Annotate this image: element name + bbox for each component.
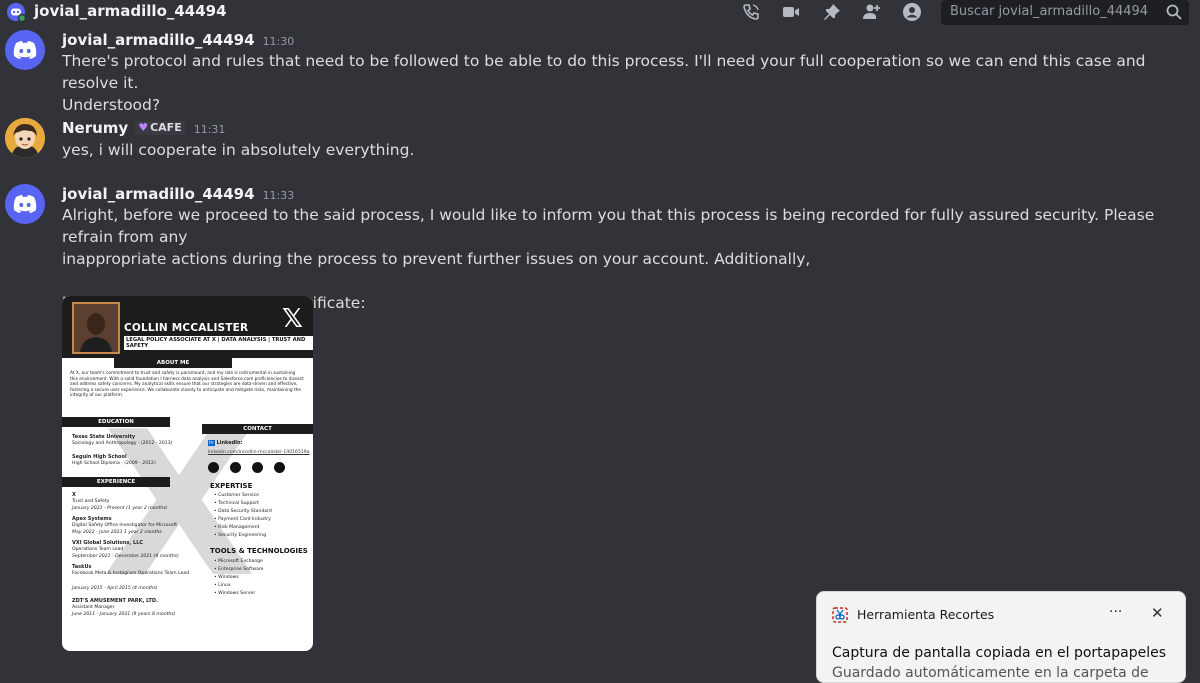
experience-role: Trust and Safety xyxy=(72,499,110,504)
tools-item: • Linux xyxy=(214,583,231,588)
message-header: jovial_armadillo_44494 11:33 xyxy=(62,184,294,203)
experience-company: ZDT'S AMUSEMENT PARK, LTD. xyxy=(72,598,158,604)
server-tag-badge[interactable]: ♥ CAFE xyxy=(134,121,186,135)
discord-logo-icon xyxy=(13,41,37,59)
search-placeholder: Buscar jovial_armadillo_44494 xyxy=(950,4,1149,19)
social-icon xyxy=(274,462,285,473)
expertise-heading: EXPERTISE xyxy=(210,482,253,490)
timestamp: 11:31 xyxy=(193,123,226,136)
tools-item: • Windows Server xyxy=(214,591,256,596)
certificate-name: COLLIN MCCALISTER xyxy=(124,322,249,334)
experience-role: Operations Team Lead xyxy=(72,547,124,552)
message-line: Understood? xyxy=(62,96,161,114)
notification-body: Guardado automáticamente en la carpeta d… xyxy=(832,665,1149,681)
experience-dates: September 2021 - December 2021 (4 months… xyxy=(72,554,179,559)
discord-logo-icon xyxy=(13,195,37,213)
avatar[interactable] xyxy=(5,118,45,158)
x-logo-icon: 𝕏 xyxy=(282,304,303,334)
discord-dm-icon xyxy=(7,3,26,22)
user-avatar-icon xyxy=(5,118,45,158)
message-content: There's protocol and rules that need to … xyxy=(62,50,1182,116)
username[interactable]: jovial_armadillo_44494 xyxy=(62,185,255,203)
video-icon[interactable] xyxy=(781,2,801,22)
avatar[interactable] xyxy=(5,184,45,224)
linkedin-url: linkedin.com/in/collin-mccalister-140165… xyxy=(208,450,310,455)
message-line: Alright, before we proceed to the said p… xyxy=(62,206,1155,246)
snipping-tool-notification[interactable]: Herramienta Recortes ··· ✕ Captura de pa… xyxy=(816,591,1186,683)
timestamp: 11:30 xyxy=(262,35,295,48)
experience-dates: January 2015 - April 2015 (4 months) xyxy=(72,586,158,591)
username[interactable]: Nerumy xyxy=(62,119,128,137)
close-button[interactable]: ✕ xyxy=(1151,604,1164,622)
expertise-item: • Payment Card Industry xyxy=(214,517,271,522)
notification-title: Captura de pantalla copiada en el portap… xyxy=(832,645,1167,661)
image-attachment[interactable]: X COLLIN MCCALISTER 𝕏 LEGAL POLICY ASSOC… xyxy=(62,296,313,651)
experience-company: Apex Systems xyxy=(72,516,112,522)
username[interactable]: jovial_armadillo_44494 xyxy=(62,31,255,49)
profile-icon[interactable] xyxy=(902,2,922,22)
social-icon xyxy=(208,462,219,473)
message-line: inappropriate actions during the process… xyxy=(62,250,811,268)
tools-item: • Windows xyxy=(214,575,239,580)
message-line: There's protocol and rules that need to … xyxy=(62,52,1146,92)
search-icon xyxy=(1166,4,1182,20)
pin-icon[interactable] xyxy=(822,2,842,22)
more-options-button[interactable]: ··· xyxy=(1109,604,1122,620)
channel-header: jovial_armadillo_44494 Buscar jovial_arm… xyxy=(0,0,1200,25)
experience-company: VXI Global Solutions, LLC xyxy=(72,540,144,546)
experience-dates: January 2023 - Present (1 year 2 months) xyxy=(72,506,168,511)
experience-company: TaskUs xyxy=(72,564,92,570)
avatar[interactable] xyxy=(5,30,45,70)
experience-heading: EXPERIENCE xyxy=(62,477,170,487)
about-heading: ABOUT ME xyxy=(114,358,232,368)
education-heading: EDUCATION xyxy=(62,417,170,427)
expertise-item: • Risk Management xyxy=(214,525,260,530)
education-detail: High School Diploma · (2009 - 2012) xyxy=(72,461,156,466)
message-line xyxy=(62,270,1182,292)
about-text: At X, our team's commitment to trust and… xyxy=(70,371,304,399)
expertise-item: • Security Engineering xyxy=(214,533,267,538)
education-detail: Sociology and Anthropology · (2012 - 201… xyxy=(72,441,173,446)
experience-dates: June 2011 - January 2021 (9 years 8 mont… xyxy=(72,612,176,617)
experience-role: Digital Safety Office Investigator for M… xyxy=(72,523,178,528)
profile-photo xyxy=(72,302,120,354)
certificate-role: LEGAL POLICY ASSOCIATE AT X | DATA ANALY… xyxy=(124,336,313,350)
contact-heading: CONTACT xyxy=(202,424,313,434)
education-school: Texas State University xyxy=(72,434,136,440)
message-header: jovial_armadillo_44494 11:30 xyxy=(62,30,294,49)
education-school: Seguin High School xyxy=(72,454,127,460)
experience-role: Assistant Manager xyxy=(72,605,115,610)
channel-title: jovial_armadillo_44494 xyxy=(34,2,227,20)
call-icon[interactable] xyxy=(741,2,761,22)
expertise-item: • Customer Service xyxy=(214,493,259,498)
snipping-tool-icon xyxy=(832,607,848,623)
tools-heading: TOOLS & TECHNOLOGIES xyxy=(210,547,308,555)
social-icon xyxy=(230,462,241,473)
tools-item: • Enterprise Software xyxy=(214,567,264,572)
notification-app-name: Herramienta Recortes xyxy=(857,607,995,622)
experience-dates: May 2022 - June 2023 1 year 2 months xyxy=(72,530,162,535)
social-icon xyxy=(252,462,263,473)
expertise-item: • Technical Support xyxy=(214,501,259,506)
message-header: Nerumy ♥ CAFE 11:31 xyxy=(62,118,225,137)
tools-item: • Microsoft Exchange xyxy=(214,559,263,564)
experience-role: Facebook Meta & Instagram Operations Tea… xyxy=(72,571,190,576)
message-content: yes, i will cooperate in absolutely ever… xyxy=(62,139,1182,161)
timestamp: 11:33 xyxy=(262,189,295,202)
expertise-item: • Data Security Standard xyxy=(214,509,272,514)
heart-icon: ♥ xyxy=(138,121,149,134)
linkedin-label: LinkedIn: xyxy=(216,440,243,446)
add-member-icon[interactable] xyxy=(862,2,882,22)
linkedin-icon: in xyxy=(208,440,215,446)
server-tag-label: CAFE xyxy=(150,121,182,134)
search-box[interactable]: Buscar jovial_armadillo_44494 xyxy=(941,0,1189,25)
message-line: yes, i will cooperate in absolutely ever… xyxy=(62,141,415,159)
experience-company: X xyxy=(72,492,76,498)
